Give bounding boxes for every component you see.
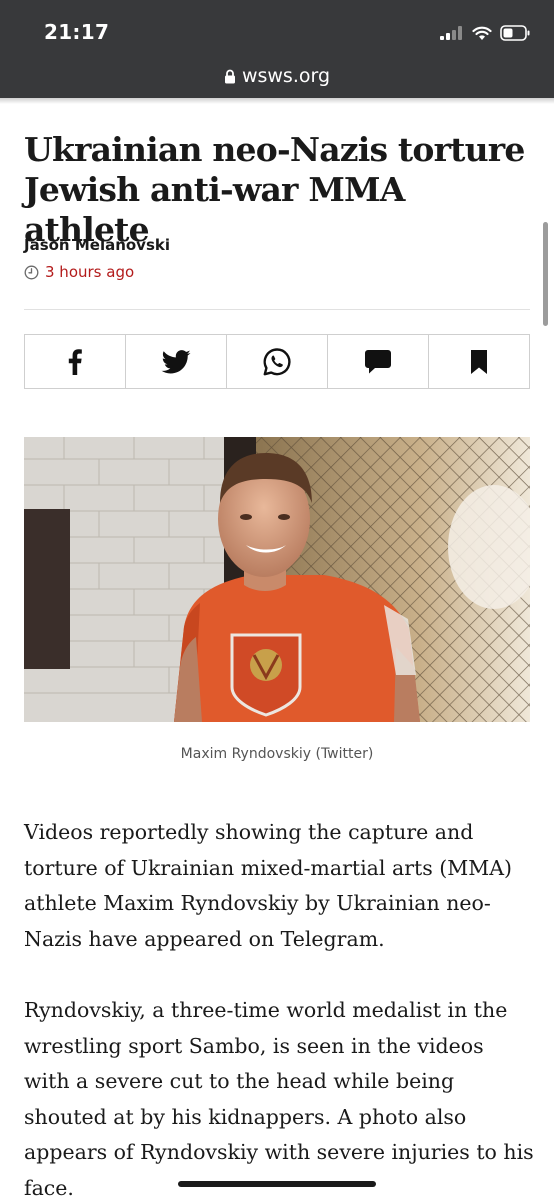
article-paragraph: Videos reportedly showing the capture an… <box>24 820 513 951</box>
article-headline: Ukrainian neo-Nazis torture Jewish anti-… <box>24 130 525 249</box>
facebook-icon <box>68 348 82 375</box>
share-whatsapp-button[interactable] <box>227 335 328 388</box>
toolbar-shadow <box>0 98 554 104</box>
browser-top-bar: 21:17 wsws.org <box>0 0 554 98</box>
share-facebook-button[interactable] <box>25 335 126 388</box>
share-twitter-button[interactable] <box>126 335 227 388</box>
comment-icon <box>365 349 391 373</box>
article-paragraph: Ryndovskiy, a three-time world medalist … <box>24 998 534 1200</box>
lock-icon <box>224 69 235 83</box>
whatsapp-icon <box>263 347 291 375</box>
bookmark-button[interactable] <box>429 335 529 388</box>
battery-icon <box>500 25 530 41</box>
wifi-icon <box>472 26 492 40</box>
bookmark-icon <box>471 349 487 374</box>
address-bar[interactable]: wsws.org <box>0 62 554 90</box>
divider <box>24 309 530 310</box>
status-icons <box>440 22 530 44</box>
comment-button[interactable] <box>328 335 429 388</box>
article-timestamp: 3 hours ago <box>24 263 134 281</box>
author-link[interactable]: Jason Melanovski <box>24 236 170 254</box>
clock-icon <box>24 265 39 279</box>
status-time: 21:17 <box>44 20 110 44</box>
scrollbar-thumb[interactable] <box>543 222 548 326</box>
share-bar <box>24 334 530 389</box>
home-indicator[interactable] <box>178 1181 376 1187</box>
athlete-photo <box>24 437 530 722</box>
photo-caption: Maxim Ryndovskiy (Twitter) <box>180 746 374 762</box>
timestamp-text: 3 hours ago <box>45 263 135 281</box>
url-text: wsws.org <box>241 65 331 87</box>
signal-icon <box>440 26 462 40</box>
article-photo <box>24 437 530 722</box>
twitter-icon <box>161 349 191 373</box>
